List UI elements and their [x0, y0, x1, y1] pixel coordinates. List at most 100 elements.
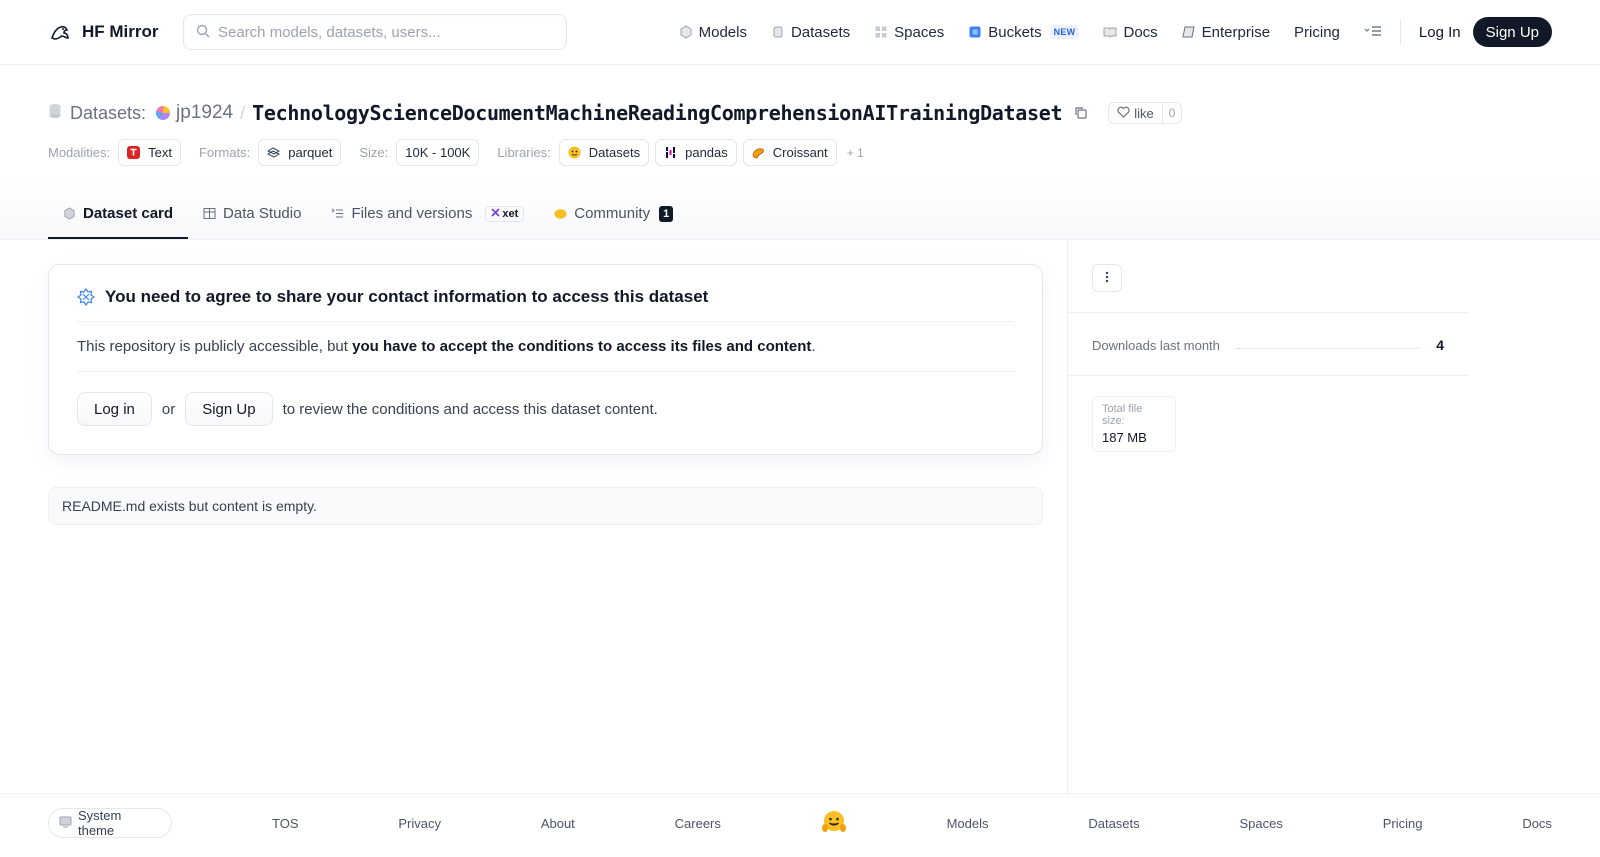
repo-owner[interactable]: jp1924	[176, 102, 233, 124]
owner-avatar[interactable]	[156, 106, 171, 120]
library-tag-croissant[interactable]: Croissant	[742, 139, 837, 166]
hf-mirror-logo-icon	[48, 20, 72, 44]
file-size-box: Total file size: 187 MB	[1092, 396, 1176, 452]
book-icon	[1103, 25, 1117, 39]
nav-enterprise[interactable]: Enterprise	[1170, 14, 1282, 50]
xet-label: xet	[502, 207, 519, 220]
nav-buckets[interactable]: Buckets NEW	[956, 14, 1091, 50]
modality-label: Text	[148, 145, 172, 160]
repo-header: Datasets: jp1924 / TechnologyScienceDocu…	[0, 65, 1600, 240]
nav-models-label: Models	[698, 23, 747, 41]
sidebar-divider	[1068, 375, 1468, 376]
downloads-row: Downloads last month 4	[1092, 313, 1444, 375]
footer-link-models[interactable]: Models	[947, 816, 989, 831]
main-nav: Models Datasets Spaces Buckets NEW Docs …	[667, 14, 1552, 50]
kebab-icon	[1105, 270, 1109, 286]
community-count: 1	[659, 205, 674, 222]
gate-desc-prefix: This repository is publicly accessible, …	[77, 338, 353, 355]
size-tag[interactable]: 10K - 100K	[396, 139, 480, 166]
signup-button[interactable]: Sign Up	[1472, 17, 1552, 47]
more-libraries[interactable]: + 1	[847, 146, 864, 160]
nav-pricing[interactable]: Pricing	[1282, 14, 1352, 50]
options-menu-button[interactable]	[1092, 264, 1122, 292]
gated-access-panel: You need to agree to share your contact …	[48, 264, 1043, 455]
gate-desc-suffix: .	[811, 338, 816, 355]
nav-spaces[interactable]: Spaces	[862, 14, 956, 50]
nav-spaces-label: Spaces	[894, 23, 945, 41]
enterprise-icon	[1182, 25, 1196, 39]
cube-icon	[63, 207, 76, 220]
file-size-label: Total file size:	[1102, 403, 1143, 427]
modalities-label: Modalities:	[48, 145, 111, 160]
gate-description: This repository is publicly accessible, …	[77, 322, 1014, 372]
brand-link[interactable]: HF Mirror	[48, 20, 183, 44]
parquet-icon	[267, 146, 281, 159]
footer-link-docs[interactable]: Docs	[1522, 816, 1552, 831]
library-tag-datasets[interactable]: Datasets	[558, 139, 650, 166]
footer-link-spaces[interactable]: Spaces	[1240, 816, 1283, 831]
dataset-card-column: You need to agree to share your contact …	[0, 240, 1068, 796]
library-label-croissant: Croissant	[772, 145, 828, 160]
tab-data-studio[interactable]: Data Studio	[188, 190, 316, 239]
login-link[interactable]: Log In	[1407, 24, 1473, 41]
format-tag[interactable]: parquet	[258, 139, 342, 166]
libraries-label: Libraries:	[497, 145, 551, 160]
tab-data-studio-label: Data Studio	[223, 205, 302, 222]
search-icon	[196, 24, 210, 41]
nav-buckets-label: Buckets	[988, 23, 1042, 41]
format-label: parquet	[288, 145, 333, 160]
database-icon	[771, 25, 785, 39]
footer-link-careers[interactable]: Careers	[675, 816, 721, 831]
tab-files-and-versions[interactable]: Files and versions xet	[316, 190, 539, 239]
nav-datasets-label: Datasets	[790, 23, 851, 41]
tab-dataset-card-label: Dataset card	[83, 205, 174, 222]
gate-tail-text: to review the conditions and access this…	[282, 400, 658, 418]
file-list-icon	[331, 207, 344, 220]
nav-docs-label: Docs	[1123, 23, 1158, 41]
gate-signup-button[interactable]: Sign Up	[185, 392, 273, 426]
xet-icon	[491, 207, 500, 220]
menu-icon	[1364, 24, 1382, 41]
repo-name[interactable]: TechnologyScienceDocumentMachineReadingC…	[252, 101, 1062, 125]
footer-link-about[interactable]: About	[541, 816, 575, 831]
footer-link-pricing[interactable]: Pricing	[1383, 816, 1423, 831]
library-tag-pandas[interactable]: pandas	[655, 139, 737, 166]
tab-community[interactable]: Community 1	[539, 190, 688, 239]
gate-heading: You need to agree to share your contact …	[77, 287, 1014, 322]
like-button[interactable]: like 0	[1108, 102, 1183, 124]
like-toggle[interactable]: like	[1109, 103, 1163, 123]
downloads-label: Downloads last month	[1092, 337, 1220, 353]
tab-dataset-card[interactable]: Dataset card	[48, 190, 189, 239]
hugging-face-icon	[568, 146, 581, 159]
grid-icon	[874, 25, 888, 39]
readme-empty-notice: README.md exists but content is empty.	[48, 487, 1043, 525]
copy-icon[interactable]	[1074, 106, 1088, 120]
nav-more-menu[interactable]	[1352, 14, 1394, 50]
like-label: like	[1134, 105, 1154, 121]
top-nav: HF Mirror Models Datasets Spaces Buckets…	[0, 0, 1600, 65]
modality-tag[interactable]: Text	[118, 139, 181, 166]
footer-link-datasets[interactable]: Datasets	[1088, 816, 1139, 831]
search-input[interactable]	[218, 23, 554, 41]
downloads-value: 4	[1436, 337, 1444, 353]
repo-type: Datasets:	[48, 103, 146, 124]
nav-datasets[interactable]: Datasets	[759, 14, 862, 50]
main-content: You need to agree to share your contact …	[0, 240, 1600, 796]
cube-icon	[679, 25, 693, 39]
community-icon	[554, 207, 567, 220]
size-label: Size:	[359, 145, 389, 160]
nav-models[interactable]: Models	[667, 14, 759, 50]
search-box[interactable]	[183, 14, 567, 50]
gate-login-button[interactable]: Log in	[77, 392, 152, 426]
library-label-pandas: pandas	[685, 145, 728, 160]
footer-link-privacy[interactable]: Privacy	[398, 816, 441, 831]
theme-toggle[interactable]: System theme	[48, 808, 172, 838]
formats-label: Formats:	[198, 145, 251, 160]
text-modality-icon	[127, 146, 141, 159]
nav-docs[interactable]: Docs	[1091, 14, 1169, 50]
footer-link-tos[interactable]: TOS	[272, 816, 299, 831]
hugging-face-logo-icon[interactable]	[821, 810, 847, 837]
nav-divider	[1399, 20, 1401, 44]
gate-lock-icon	[77, 288, 95, 306]
brand-name: HF Mirror	[82, 22, 159, 41]
